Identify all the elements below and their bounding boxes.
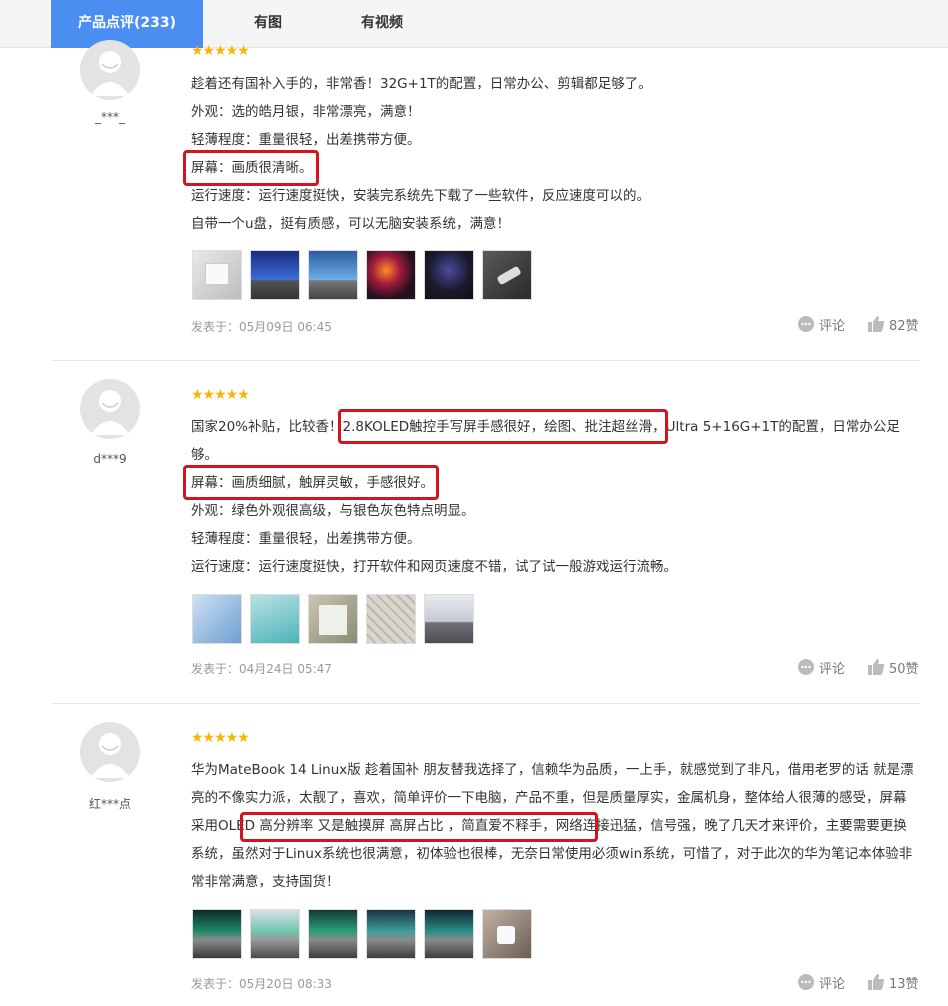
photo-thumbnail[interactable] bbox=[308, 250, 358, 300]
photo-thumbnail[interactable] bbox=[482, 909, 532, 959]
review-line: 运行速度：运行速度挺快，安装完系统先下载了一些软件，反应速度可以的。 bbox=[191, 188, 650, 204]
photo-thumbnail[interactable] bbox=[366, 594, 416, 644]
username: 红***点 bbox=[88, 797, 131, 811]
like-count: 50赞 bbox=[889, 662, 919, 677]
review-item: 红***点 ★★★★★ 华为MateBook 14 Linux版 趁着国补 朋友… bbox=[51, 704, 920, 1006]
comment-icon bbox=[798, 974, 814, 990]
photo-thumbnail[interactable] bbox=[250, 250, 300, 300]
tab-with-video[interactable]: 有视频 bbox=[332, 0, 432, 48]
star-rating: ★★★★★ bbox=[191, 387, 250, 403]
review-line: 趁着还有国补入手的，非常香！32G+1T的配置，日常办公、剪辑都足够了。 bbox=[191, 76, 652, 92]
review-line: 运行速度：运行速度挺快，打开软件和网页速度不错，试了试一般游戏运行流畅。 bbox=[191, 559, 677, 575]
photo-thumbnail[interactable] bbox=[424, 909, 474, 959]
review-line: 轻薄程度：重量很轻，出差携带方便。 bbox=[191, 132, 421, 148]
photo-thumbnail[interactable] bbox=[192, 250, 242, 300]
comment-icon bbox=[798, 659, 814, 675]
comment-icon bbox=[798, 316, 814, 332]
photo-thumbnail[interactable] bbox=[424, 250, 474, 300]
tab-with-images[interactable]: 有图 bbox=[218, 0, 318, 48]
comment-button[interactable]: 评论 bbox=[797, 315, 845, 334]
photo-thumbnail[interactable] bbox=[250, 909, 300, 959]
star-rating: ★★★★★ bbox=[191, 43, 250, 59]
star-rating: ★★★★★ bbox=[191, 730, 250, 746]
like-button[interactable]: 13赞 bbox=[867, 973, 919, 992]
photo-thumbnail[interactable] bbox=[192, 909, 242, 959]
like-button[interactable]: 50赞 bbox=[867, 658, 919, 677]
username: _***_ bbox=[95, 110, 125, 124]
avatar bbox=[80, 722, 140, 782]
review-line: 自带一个u盘，挺有质感，可以无脑安装系统，满意！ bbox=[191, 216, 511, 232]
comment-button[interactable]: 评论 bbox=[797, 973, 845, 992]
photo-thumbnail[interactable] bbox=[366, 909, 416, 959]
photo-thumbnail[interactable] bbox=[308, 594, 358, 644]
review-line: 屏幕：画质细腻，触屏灵敏，手感很好。 bbox=[191, 475, 434, 491]
tab-all-reviews[interactable]: 产品点评(233) bbox=[51, 0, 203, 48]
comment-label: 评论 bbox=[819, 662, 846, 677]
review-date: 发表于：05月09日 06:45 bbox=[191, 320, 332, 334]
review-item: d***9 ★★★★★ 国家20%补贴，比较香！2.8KOLED触控手写屏手感很… bbox=[51, 361, 920, 704]
review-line: 外观：选的皓月银，非常漂亮，满意！ bbox=[191, 104, 421, 120]
review-line: 屏幕：画质很清晰。 bbox=[191, 160, 313, 176]
thumbs-up-icon bbox=[868, 974, 885, 990]
username: d***9 bbox=[93, 452, 127, 466]
review-item: _***_ ★★★★★ 趁着还有国补入手的，非常香！32G+1T的配置，日常办公… bbox=[51, 40, 920, 361]
like-count: 82赞 bbox=[889, 319, 919, 334]
photo-thumbnail[interactable] bbox=[192, 594, 242, 644]
review-date: 发表于：05月20日 08:33 bbox=[191, 977, 332, 991]
like-count: 13赞 bbox=[889, 977, 919, 992]
thumbs-up-icon bbox=[868, 316, 885, 332]
comment-label: 评论 bbox=[819, 319, 846, 334]
photo-thumbnail[interactable] bbox=[308, 909, 358, 959]
avatar bbox=[80, 379, 140, 439]
photo-thumbnail[interactable] bbox=[250, 594, 300, 644]
review-text: 国家20%补贴，比较香！2.8KOLED触控手写屏手感很好，绘图、批注超丝滑，U… bbox=[191, 419, 900, 463]
comment-button[interactable]: 评论 bbox=[797, 658, 845, 677]
review-line: 外观：绿色外观很高级，与银色灰色特点明显。 bbox=[191, 503, 475, 519]
photo-thumbnail[interactable] bbox=[482, 250, 532, 300]
photo-thumbnail[interactable] bbox=[366, 250, 416, 300]
review-date: 发表于：04月24日 05:47 bbox=[191, 662, 332, 676]
thumbs-up-icon bbox=[868, 659, 885, 675]
review-text: 华为MateBook 14 Linux版 趁着国补 朋友替我选择了，信赖华为品质… bbox=[191, 762, 914, 890]
comment-label: 评论 bbox=[819, 977, 846, 992]
review-line: 轻薄程度：重量很轻，出差携带方便。 bbox=[191, 531, 421, 547]
review-tab-bar: 产品点评(233) 有图 有视频 bbox=[0, 0, 948, 48]
photo-thumbnail[interactable] bbox=[424, 594, 474, 644]
avatar bbox=[80, 40, 140, 100]
like-button[interactable]: 82赞 bbox=[867, 315, 919, 334]
